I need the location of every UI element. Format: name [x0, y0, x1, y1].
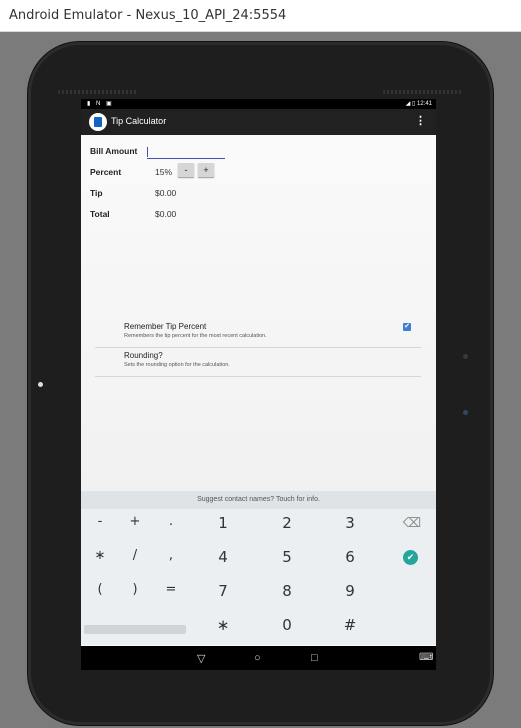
- key-period[interactable]: .: [151, 514, 191, 529]
- action-bar: Tip Calculator ⋮: [81, 109, 436, 135]
- navigation-bar: ▽ ○ □ ⌨: [81, 646, 436, 670]
- increment-button[interactable]: +: [198, 163, 214, 177]
- tip-label: Tip: [90, 188, 103, 198]
- overflow-menu-icon[interactable]: ⋮: [415, 114, 426, 127]
- status-bar: ▮ N ▣ ◢ ▯ 12:41: [81, 99, 436, 109]
- key-star[interactable]: ∗: [203, 616, 243, 634]
- tip-value: $0.00: [155, 188, 177, 198]
- status-right: ◢ ▯ 12:41: [406, 100, 432, 107]
- key-equals[interactable]: =: [151, 582, 191, 597]
- key-1[interactable]: 1: [203, 514, 243, 532]
- total-label: Total: [90, 209, 110, 219]
- camera-dot: [463, 354, 468, 359]
- window-title-bar: Android Emulator - Nexus_10_API_24:5554: [0, 0, 521, 32]
- sensor-dot: [463, 410, 468, 415]
- key-2[interactable]: 2: [267, 514, 307, 532]
- tip-row: Tip $0.00: [90, 188, 250, 198]
- numeric-keyboard: - + . 1 2 3 ⌫ ∗ / , 4 5 6 ✔ ( ) = 7 8 9 …: [81, 509, 436, 645]
- setting-summary: Sets the rounding option for the calcula…: [124, 362, 230, 368]
- signal-battery-icon: ◢ ▯: [405, 101, 416, 107]
- status-icons-left: ▮ N ▣: [87, 101, 114, 107]
- key-plus[interactable]: +: [115, 514, 155, 529]
- home-icon[interactable]: ○: [254, 652, 261, 664]
- clock: 12:41: [416, 101, 432, 107]
- settings-list: Remember Tip Percent Remembers the tip p…: [95, 319, 421, 377]
- light-sensor: [38, 382, 43, 387]
- window-title: Android Emulator - Nexus_10_API_24:5554: [9, 8, 287, 23]
- setting-summary: Remembers the tip percent for the most r…: [124, 333, 267, 339]
- suggestion-strip[interactable]: Suggest contact names? Touch for info.: [81, 491, 436, 509]
- setting-title: Remember Tip Percent: [124, 322, 207, 331]
- bill-amount-row: Bill Amount: [90, 146, 137, 156]
- setting-title: Rounding?: [124, 351, 163, 360]
- key-7[interactable]: 7: [203, 582, 243, 600]
- key-9[interactable]: 9: [330, 582, 370, 600]
- bill-amount-label: Bill Amount: [90, 146, 138, 156]
- total-value: $0.00: [155, 209, 177, 219]
- device-screen: ▮ N ▣ ◢ ▯ 12:41 Tip Calculator ⋮ Bill Am…: [81, 99, 436, 670]
- key-5[interactable]: 5: [267, 548, 307, 566]
- remember-tip-checkbox[interactable]: ✔: [403, 323, 411, 331]
- percent-row: Percent 15%: [90, 167, 250, 177]
- setting-rounding[interactable]: Rounding? Sets the rounding option for t…: [95, 348, 421, 377]
- key-close-paren[interactable]: ): [115, 582, 155, 597]
- bill-amount-input[interactable]: [147, 146, 225, 159]
- percent-label: Percent: [90, 167, 122, 177]
- main-content: Bill Amount Percent 15% - + Tip $0.00 To…: [81, 135, 436, 491]
- key-4[interactable]: 4: [203, 548, 243, 566]
- key-3[interactable]: 3: [330, 514, 370, 532]
- backspace-icon[interactable]: ⌫: [392, 516, 432, 531]
- speaker-grille-right: [383, 90, 463, 94]
- total-row: Total $0.00: [90, 209, 250, 219]
- key-8[interactable]: 8: [267, 582, 307, 600]
- app-title: Tip Calculator: [111, 116, 167, 126]
- recents-icon[interactable]: □: [311, 652, 318, 664]
- setting-remember-tip[interactable]: Remember Tip Percent Remembers the tip p…: [95, 319, 421, 348]
- key-slash[interactable]: /: [115, 548, 155, 563]
- space-key[interactable]: [84, 625, 186, 634]
- decrement-button[interactable]: -: [178, 163, 194, 177]
- keyboard-switch-icon[interactable]: ⌨: [419, 652, 433, 663]
- percent-value: 15%: [155, 167, 173, 177]
- calculator-icon: [89, 113, 107, 131]
- key-hash[interactable]: #: [330, 616, 370, 634]
- speaker-grille-left: [58, 90, 138, 94]
- done-key-icon[interactable]: ✔: [403, 550, 418, 565]
- key-6[interactable]: 6: [330, 548, 370, 566]
- back-icon[interactable]: ▽: [197, 652, 205, 665]
- key-comma[interactable]: ,: [151, 548, 191, 563]
- key-0[interactable]: 0: [267, 616, 307, 634]
